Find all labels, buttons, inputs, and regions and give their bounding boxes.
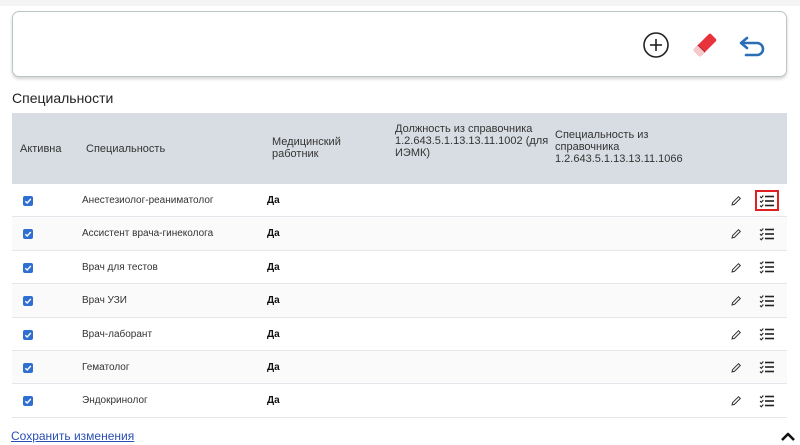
checkmark-icon	[24, 398, 32, 405]
active-checkbox[interactable]	[23, 262, 33, 273]
active-checkbox[interactable]	[23, 296, 33, 307]
pencil-icon	[731, 296, 742, 306]
pencil-icon	[731, 229, 742, 240]
edit-button[interactable]	[728, 226, 744, 242]
save-changes-link[interactable]: Сохранить изменения	[11, 429, 134, 443]
table-row: Эндокринолог Да	[12, 384, 787, 418]
undo-arrow-icon	[739, 36, 765, 57]
edit-button[interactable]	[728, 360, 744, 376]
active-checkbox[interactable]	[23, 362, 33, 373]
medical-worker-value: Да	[267, 228, 280, 240]
table-row: Врач-лаборант Да	[12, 317, 787, 351]
eraser-icon	[693, 33, 717, 57]
specialty-name: Врач-лаборант	[82, 328, 153, 340]
table-row: Врач для тестов Да	[12, 250, 787, 285]
table-body: Анестезиолог-реаниматолог Да Ассистент в…	[12, 184, 787, 418]
chevron-up-icon	[781, 432, 795, 441]
top-strip	[0, 0, 800, 6]
scroll-to-top-button[interactable]	[779, 427, 797, 445]
edit-button[interactable]	[728, 393, 744, 409]
checkmark-icon	[24, 298, 32, 305]
specialty-name: Анестезиолог-реаниматолог	[82, 195, 214, 206]
checklist-icon	[759, 328, 774, 341]
checkmark-icon	[24, 265, 32, 271]
medical-worker-value: Да	[267, 261, 280, 273]
pencil-icon	[731, 329, 742, 340]
edit-button[interactable]	[728, 293, 744, 309]
active-checkbox[interactable]	[23, 229, 33, 240]
col-active: Активна	[20, 143, 62, 155]
checklist-icon	[759, 361, 774, 375]
section-title: Специальности	[12, 90, 114, 106]
details-list-button[interactable]	[755, 290, 779, 311]
plus-circle-icon	[643, 32, 669, 58]
specialties-table: Активна Специальность Медицинский работн…	[12, 113, 787, 418]
active-checkbox[interactable]	[23, 329, 33, 340]
checklist-icon	[759, 261, 774, 274]
pencil-icon	[731, 262, 742, 273]
table-row: Ассистент врача-гинеколога Да	[12, 217, 787, 251]
table-row: Гематолог Да	[12, 350, 787, 385]
col-position: Должность из справочника 1.2.643.5.1.13.…	[395, 123, 549, 159]
specialty-name: Ассистент врача-гинеколога	[82, 228, 214, 240]
medical-worker-value: Да	[267, 195, 280, 206]
checkmark-icon	[24, 231, 32, 238]
pencil-icon	[731, 195, 742, 206]
details-list-button[interactable]	[755, 257, 779, 278]
medical-worker-value: Да	[267, 328, 280, 340]
col-specialty-ref: Специальность из справочника 1.2.643.5.1…	[555, 129, 683, 165]
undo-button[interactable]	[736, 28, 770, 62]
checkmark-icon	[24, 365, 32, 371]
edit-button[interactable]	[728, 193, 744, 209]
specialty-name: Врач для тестов	[82, 261, 158, 273]
edit-button[interactable]	[728, 260, 744, 276]
specialty-name: Врач УЗИ	[82, 295, 127, 307]
add-button[interactable]	[639, 28, 673, 62]
details-list-button[interactable]	[755, 390, 779, 411]
checklist-icon	[759, 194, 774, 208]
checklist-icon	[759, 394, 774, 408]
specialty-name: Гематолог	[82, 361, 130, 373]
medical-worker-value: Да	[267, 361, 280, 373]
pencil-icon	[731, 396, 742, 407]
checklist-icon	[759, 294, 774, 308]
active-checkbox[interactable]	[23, 396, 33, 407]
medical-worker-value: Да	[267, 295, 280, 307]
table-row: Анестезиолог-реаниматолог Да	[12, 184, 787, 218]
pencil-icon	[731, 362, 742, 373]
erase-button[interactable]	[688, 28, 722, 62]
active-checkbox[interactable]	[23, 196, 33, 206]
toolbar	[12, 11, 787, 77]
specialty-name: Эндокринолог	[82, 395, 148, 407]
checkmark-icon	[24, 198, 32, 205]
col-specialty: Специальность	[86, 143, 166, 155]
details-list-button[interactable]	[755, 223, 779, 244]
medical-worker-value: Да	[267, 395, 280, 407]
table-row: Врач УЗИ Да	[12, 284, 787, 318]
checklist-icon	[759, 228, 774, 241]
table-header: Активна Специальность Медицинский работн…	[12, 113, 787, 184]
details-list-button[interactable]	[755, 190, 779, 211]
checkmark-icon	[24, 332, 32, 338]
details-list-button[interactable]	[755, 357, 779, 378]
edit-button[interactable]	[728, 327, 744, 343]
details-list-button[interactable]	[755, 324, 779, 345]
col-medical: Медицинский работник	[272, 136, 341, 160]
